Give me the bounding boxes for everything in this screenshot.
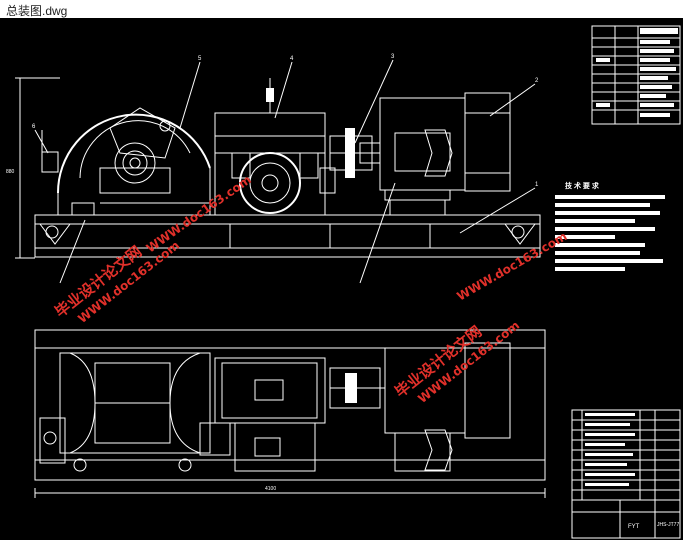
drawing-svg: 5 4 3 2 1 6 880 4100 技 术 要 求 FYT JHS-JT7… xyxy=(6,25,681,539)
watermark-4: WWW.doc163.com xyxy=(144,172,254,255)
tech-req-title: 技 术 要 求 xyxy=(565,181,600,190)
length-dim-text: 4100 xyxy=(265,486,276,492)
gearbox-plan xyxy=(214,357,326,424)
drum-outline xyxy=(56,113,211,194)
title-block: FYT JHS-JT77 xyxy=(571,409,681,539)
window-title: 总装图.dwg xyxy=(6,4,68,18)
motor-fan-cover xyxy=(464,92,511,192)
watermark-3-url: WWW.doc163.com xyxy=(455,229,570,303)
title-block-drawing-no: JHS-JT77 xyxy=(657,522,679,528)
base-frame xyxy=(34,214,541,258)
callout-1: 1 xyxy=(535,182,539,188)
front-view: 5 4 3 2 1 6 880 xyxy=(6,54,541,284)
tech-requirements: 技 术 要 求 xyxy=(555,181,665,271)
callout-4: 4 xyxy=(290,56,294,62)
callout-2: 2 xyxy=(535,78,539,84)
window-titlebar: 总装图.dwg xyxy=(0,0,683,19)
callout-3: 3 xyxy=(391,54,395,60)
title-block-unit: FYT xyxy=(628,524,640,530)
callout-5: 5 xyxy=(198,56,202,62)
watermark-4-url: WWW.doc163.com xyxy=(144,172,254,255)
watermark-2: 毕业设计论文网 WWW.doc163.com xyxy=(391,318,522,406)
height-dim-text: 880 xyxy=(6,169,15,175)
cad-canvas[interactable]: 5 4 3 2 1 6 880 4100 技 术 要 求 FYT JHS-JT7… xyxy=(0,18,683,540)
spec-table xyxy=(591,25,681,125)
drum-hub xyxy=(114,142,156,184)
callout-6: 6 xyxy=(32,124,36,130)
watermark-3: WWW.doc163.com xyxy=(455,229,570,303)
motor xyxy=(379,97,466,191)
